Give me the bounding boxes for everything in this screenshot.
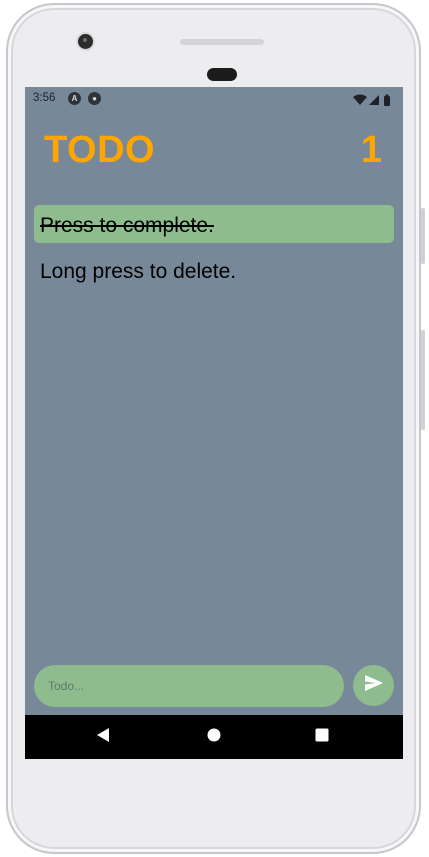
- nav-home-button[interactable]: [184, 715, 244, 759]
- wifi-icon: [353, 94, 367, 105]
- recents-icon: [315, 728, 329, 747]
- status-time: 3:56: [33, 92, 56, 104]
- todo-item-completed[interactable]: Press to complete.: [34, 205, 394, 243]
- navigation-bar: [25, 715, 403, 759]
- app-title: TODO: [44, 129, 156, 171]
- proximity-sensor: [207, 68, 237, 81]
- todo-count: 1: [360, 129, 382, 171]
- nav-recents-button[interactable]: [292, 715, 352, 759]
- accessibility-icon: A: [68, 92, 81, 105]
- battery-icon: [384, 94, 390, 106]
- app-screen: 3:56 A ● TODO 1 Press to complete. Long …: [25, 87, 403, 759]
- composer: [34, 665, 394, 707]
- power-button[interactable]: [421, 208, 425, 264]
- send-icon: [364, 675, 383, 696]
- volume-button[interactable]: [421, 330, 425, 430]
- system-status-icons: [353, 93, 393, 106]
- todo-item[interactable]: Long press to delete.: [34, 251, 394, 289]
- signal-icon: [369, 95, 379, 105]
- send-button[interactable]: [353, 665, 394, 706]
- status-bar: 3:56 A ●: [25, 87, 403, 111]
- app-notification-icon: ●: [88, 92, 101, 105]
- front-camera: [78, 34, 93, 49]
- nav-back-button[interactable]: [73, 715, 133, 759]
- todo-input[interactable]: [34, 665, 344, 707]
- todo-list: Press to complete. Long press to delete.: [34, 205, 394, 297]
- earpiece-speaker: [180, 39, 264, 45]
- back-icon: [96, 727, 110, 747]
- home-icon: [207, 728, 221, 747]
